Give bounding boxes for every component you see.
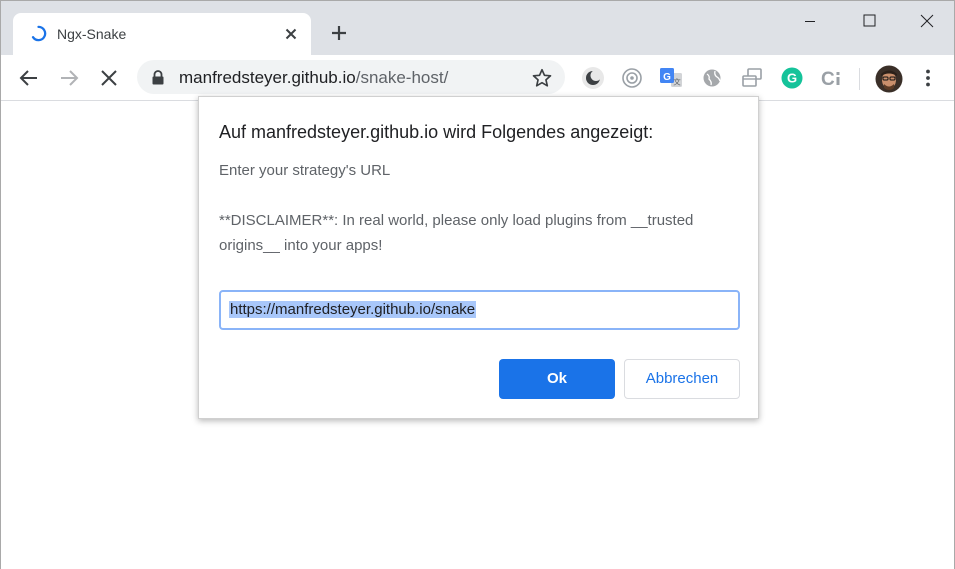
lock-icon[interactable] (151, 70, 165, 85)
window-icon[interactable] (740, 66, 764, 90)
forward-arrow-icon[interactable] (57, 66, 81, 90)
cancel-button[interactable]: Abbrechen (624, 359, 740, 399)
grammarly-icon[interactable]: G (780, 66, 804, 90)
bookmark-star-icon[interactable] (531, 67, 553, 89)
address-bar[interactable]: manfredsteyer.github.io/snake-host/ (137, 60, 565, 94)
window-close-icon[interactable] (904, 7, 950, 35)
new-tab-icon[interactable] (327, 21, 351, 45)
url-text[interactable]: manfredsteyer.github.io/snake-host/ (179, 68, 448, 88)
prompt-dialog: Auf manfredsteyer.github.io wird Folgend… (198, 96, 759, 419)
url-input[interactable]: https://manfredsteyer.github.io/snake (219, 290, 740, 330)
svg-text:文: 文 (673, 77, 681, 87)
browser-toolbar: manfredsteyer.github.io/snake-host/ G 文 (1, 55, 954, 101)
tab-title: Ngx-Snake (57, 26, 127, 42)
toolbar-separator (859, 68, 860, 90)
menu-icon[interactable] (916, 66, 940, 90)
tab-ngx-snake[interactable]: Ngx-Snake (13, 13, 311, 55)
maximize-icon[interactable] (846, 7, 892, 35)
dialog-title: Auf manfredsteyer.github.io wird Folgend… (219, 122, 654, 142)
back-arrow-icon[interactable] (17, 66, 41, 90)
dialog-message: Enter your strategy's URL **DISCLAIMER**… (219, 162, 694, 254)
loading-spinner-icon (31, 25, 47, 42)
svg-text:G: G (787, 71, 797, 86)
url-host: manfredsteyer.github.io (179, 68, 356, 87)
url-input-value: https://manfredsteyer.github.io/snake (229, 301, 477, 318)
minimize-icon[interactable] (787, 7, 833, 35)
dark-mode-icon[interactable] (581, 66, 605, 90)
browser-window: Ngx-Snake manfredsteyer.github.io/snake-… (0, 0, 955, 569)
ok-button[interactable]: Ok (499, 359, 615, 399)
globe-icon[interactable] (700, 66, 724, 90)
ci-icon[interactable]: C (819, 66, 843, 90)
google-translate-icon[interactable]: G 文 (659, 66, 683, 90)
tab-strip: Ngx-Snake (1, 1, 954, 55)
url-path: /snake-host/ (355, 68, 449, 87)
svg-text:G: G (663, 72, 671, 83)
close-tab-icon[interactable] (282, 25, 300, 43)
svg-text:C: C (821, 69, 835, 90)
stop-loading-icon[interactable] (97, 66, 121, 90)
avatar[interactable] (875, 65, 903, 93)
radar-icon[interactable] (620, 66, 644, 90)
